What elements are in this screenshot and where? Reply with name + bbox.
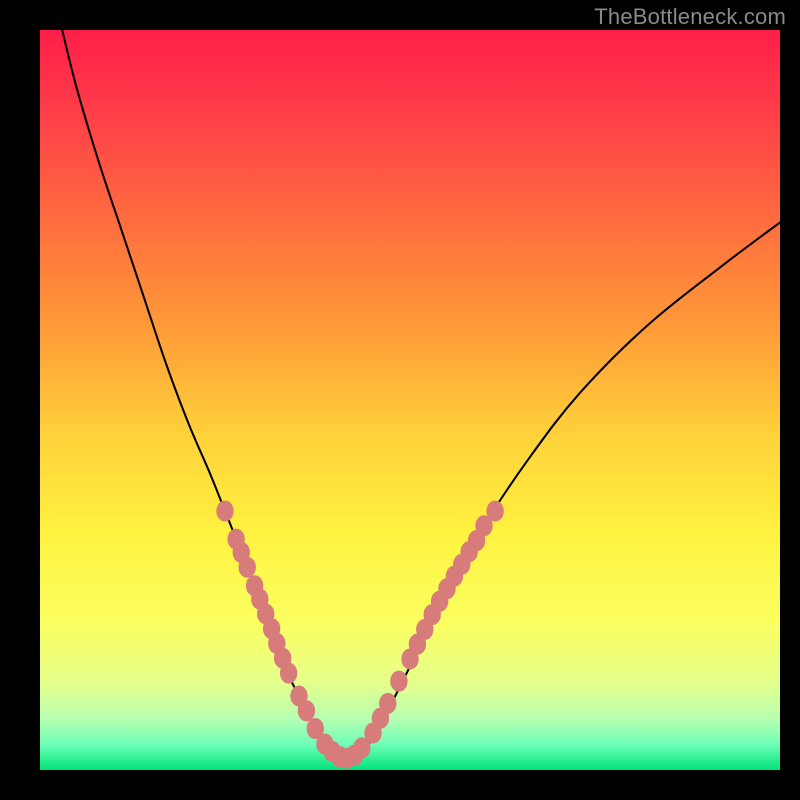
curve-marker [298, 701, 314, 721]
curve-marker [281, 663, 297, 683]
watermark-label: TheBottleneck.com [594, 4, 786, 30]
curve-markers [217, 501, 503, 768]
chart-frame: TheBottleneck.com [0, 0, 800, 800]
curve-marker [239, 557, 255, 577]
curve-marker [391, 671, 407, 691]
plot-area [40, 30, 780, 770]
curve-marker [487, 501, 503, 521]
curve-layer [40, 30, 780, 770]
curve-marker [380, 693, 396, 713]
curve-marker [217, 501, 233, 521]
